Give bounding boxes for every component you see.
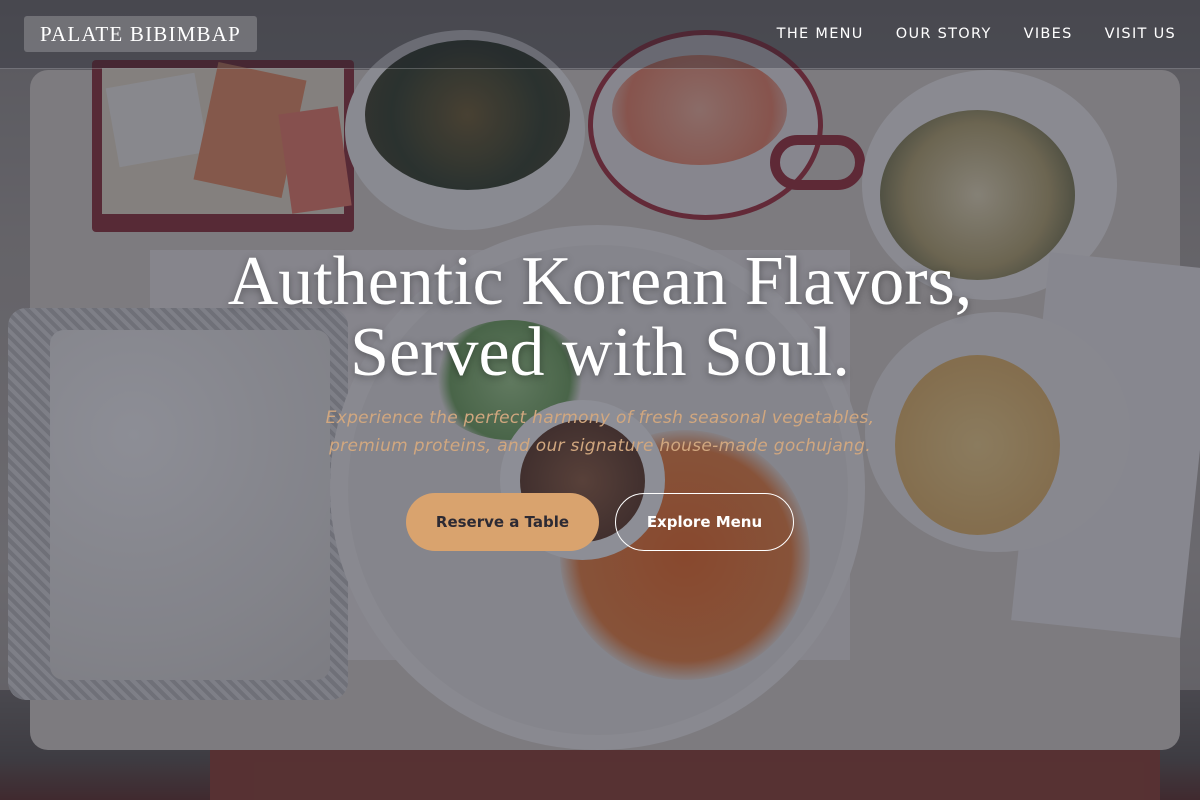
nav-links: THE MENU OUR STORY VIBES VISIT US — [745, 26, 1176, 42]
brand-logo[interactable]: PALATE BIBIMBAP — [24, 16, 258, 52]
nav-link-our-story[interactable]: OUR STORY — [896, 26, 992, 42]
nav-link-vibes[interactable]: VIBES — [1024, 26, 1073, 42]
reserve-table-button[interactable]: Reserve a Table — [406, 493, 599, 551]
nav-link-the-menu[interactable]: THE MENU — [777, 26, 864, 42]
hero-subtitle: Experience the perfect harmony of fresh … — [0, 404, 1200, 460]
explore-menu-button[interactable]: Explore Menu — [615, 493, 794, 551]
hero-title-line-2: Served with Soul. — [350, 314, 850, 391]
top-navigation-bar: PALATE BIBIMBAP THE MENU OUR STORY VIBES… — [0, 0, 1200, 69]
hero-title-line-1: Authentic Korean Flavors, — [227, 243, 973, 320]
hero-cta-group: Reserve a Table Explore Menu — [0, 493, 1200, 551]
hero-section: Authentic Korean Flavors, Served with So… — [0, 246, 1200, 551]
nav-link-visit-us[interactable]: VISIT US — [1105, 26, 1176, 42]
hero-subtitle-line-1: Experience the perfect harmony of fresh … — [325, 408, 875, 428]
hero-title: Authentic Korean Flavors, Served with So… — [0, 246, 1200, 388]
hero-subtitle-line-2: premium proteins, and our signature hous… — [329, 436, 871, 456]
